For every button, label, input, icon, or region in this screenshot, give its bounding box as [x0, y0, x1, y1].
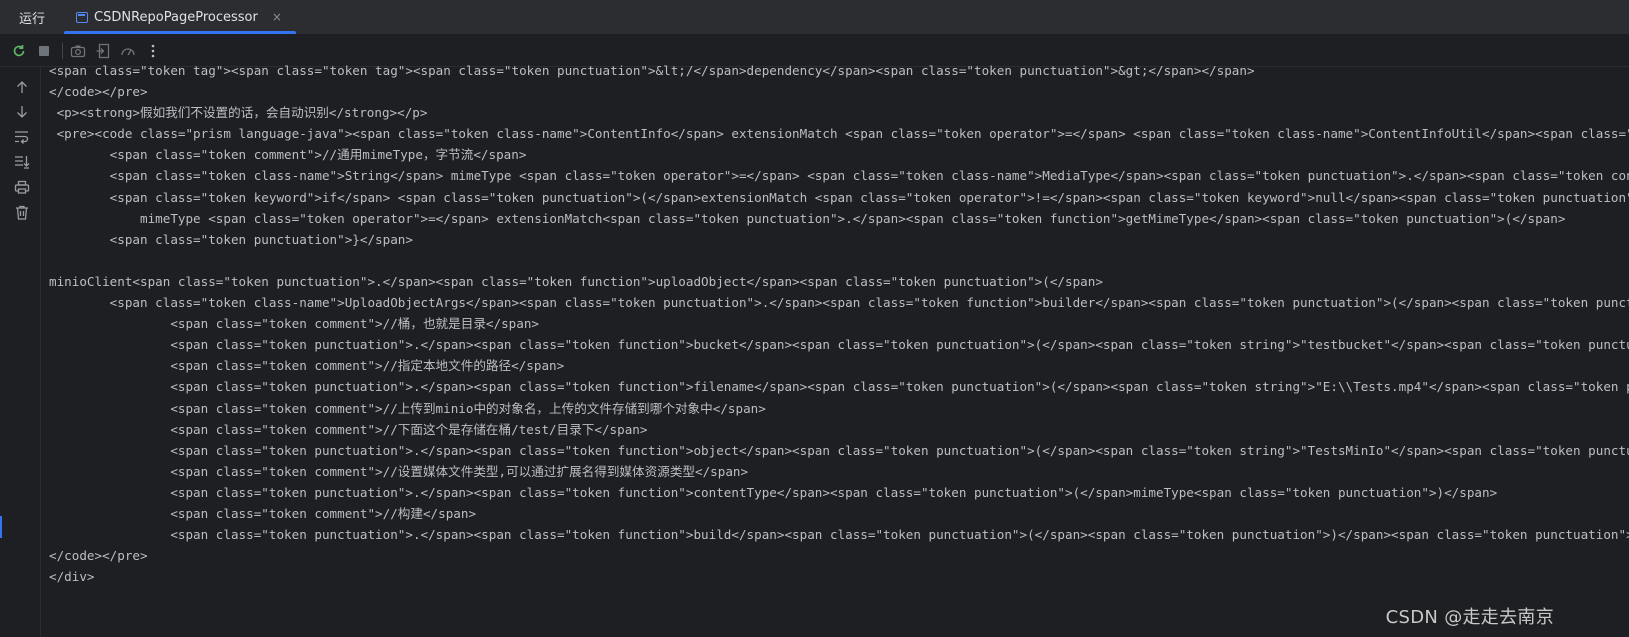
console-line: <span class="token punctuation">.</span>… — [49, 527, 1629, 543]
console-line: <span class="token comment">//构建</span> — [49, 505, 477, 521]
console-line: <span class="token comment">//指定本地文件的路径<… — [49, 358, 565, 374]
exit-icon[interactable] — [94, 42, 112, 60]
console-line: mimeType <span class="token operator">=<… — [49, 210, 1566, 226]
run-tool-window: 运行 CSDNRepoPageProcessor × <span class="… — [0, 0, 1629, 637]
more-icon[interactable] — [144, 42, 162, 60]
console-line: <span class="token class-name">UploadObj… — [49, 295, 1629, 311]
console-line: <pre><code class="prism language-java"><… — [56, 126, 1629, 142]
trash-icon[interactable] — [11, 201, 33, 223]
console-line: <span class="token tag"><span class="tok… — [49, 63, 1255, 78]
console-side-toolbar — [0, 68, 41, 637]
console-line: <span class="token punctuation">.</span>… — [49, 484, 1498, 500]
tab-title: CSDNRepoPageProcessor — [94, 9, 258, 25]
console-line: <span class="token comment">//下面这个是存储在桶/… — [49, 421, 648, 437]
rerun-icon[interactable] — [10, 42, 28, 60]
console-line: <span class="token comment">//设置媒体文件类型,可… — [49, 463, 749, 479]
console-output[interactable]: <span class="token tag"><span class="tok… — [49, 60, 1629, 637]
gutter-active-marker — [0, 516, 2, 538]
console-line: </code></pre> — [49, 548, 148, 564]
toolbar-separator — [62, 42, 63, 59]
camera-icon[interactable] — [69, 42, 87, 60]
console-line: <span class="token comment">//通用mimeType… — [49, 147, 527, 163]
console-line: </div> — [49, 569, 95, 585]
console-line: <span class="token punctuation">.</span>… — [49, 337, 1629, 353]
console-line: <span class="token punctuation">.</span>… — [49, 379, 1629, 395]
print-icon[interactable] — [11, 176, 33, 198]
tab-bar: 运行 CSDNRepoPageProcessor × — [0, 0, 1629, 35]
scroll-to-end-icon[interactable] — [11, 151, 33, 173]
close-icon[interactable]: × — [272, 10, 282, 24]
console-line: <span class="token comment">//上传到minio中的… — [49, 400, 766, 416]
arrow-down-icon[interactable] — [11, 101, 33, 123]
csdn-watermark: CSDN @走走去南京 — [1385, 607, 1554, 628]
soft-wrap-icon[interactable] — [11, 126, 33, 148]
console-line: <p><strong>假如我们不设置的话，会自动识别</strong></p> — [49, 105, 428, 121]
console-line: <span class="token comment">//桶，也就是目录</s… — [49, 316, 540, 332]
run-panel-title: 运行 — [19, 11, 46, 27]
tab-csdn-repo-page-processor[interactable]: CSDNRepoPageProcessor × — [64, 0, 296, 34]
console-line: minioClient<span class="token punctuatio… — [49, 273, 1103, 289]
stop-icon[interactable] — [35, 42, 53, 60]
console-line: <span class="token punctuation">.</span>… — [49, 442, 1629, 458]
console-line: <span class="token class-name">String</s… — [49, 168, 1629, 184]
arrow-up-icon[interactable] — [11, 76, 33, 98]
console-line: <span class="token punctuation">}</span> — [49, 231, 413, 247]
gauge-icon[interactable] — [119, 42, 137, 60]
console-line: <span class="token keyword">if</span> <s… — [49, 189, 1629, 205]
console-tab-icon — [76, 11, 89, 23]
console-line: </code></pre> — [49, 84, 148, 100]
